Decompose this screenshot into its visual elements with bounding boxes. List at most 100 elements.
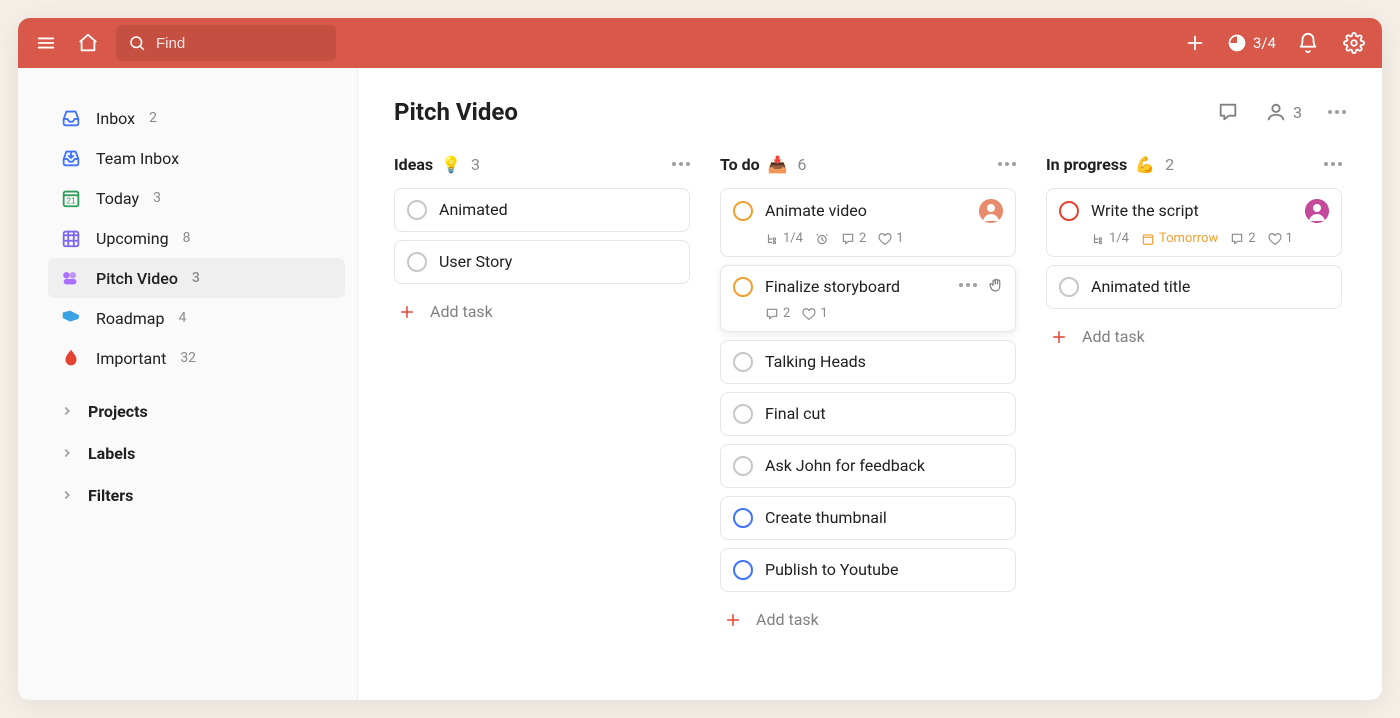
column-title[interactable]: To do 📥 6: [720, 155, 807, 174]
share-button[interactable]: 3: [1265, 101, 1302, 123]
task-card[interactable]: Finalize storyboard 21: [720, 265, 1016, 332]
project-icon: [60, 267, 82, 289]
search-box[interactable]: [116, 25, 336, 61]
sidebar-item-important[interactable]: Important 32: [48, 338, 345, 378]
task-card[interactable]: Ask John for feedback: [720, 444, 1016, 488]
card-meta: 1/4Tomorrow21: [1091, 231, 1329, 246]
add-task-button[interactable]: Add task: [1046, 317, 1342, 356]
assignee-avatar[interactable]: [1305, 199, 1329, 223]
assignee-avatar[interactable]: [979, 199, 1003, 223]
due-icon: [1141, 232, 1155, 246]
plus-icon: [1050, 328, 1068, 346]
card-meta: 1/421: [765, 231, 1003, 246]
task-title: Ask John for feedback: [765, 455, 1003, 477]
comments-icon: [765, 307, 779, 321]
meta-likes: 1: [802, 306, 827, 321]
sidebar-section-filters[interactable]: Filters: [48, 474, 345, 516]
nav-label: Today: [96, 189, 139, 208]
task-card[interactable]: Animated: [394, 188, 690, 232]
task-card[interactable]: Publish to Youtube: [720, 548, 1016, 592]
subtasks-icon: [765, 232, 779, 246]
task-checkbox[interactable]: [1059, 201, 1079, 221]
task-checkbox[interactable]: [733, 456, 753, 476]
comments-button[interactable]: [1217, 101, 1239, 123]
search-input[interactable]: [154, 34, 324, 53]
column-title[interactable]: Ideas 💡 3: [394, 155, 480, 174]
menu-toggle[interactable]: [32, 29, 60, 57]
task-title: User Story: [439, 251, 677, 273]
column-title[interactable]: In progress 💪 2: [1046, 155, 1174, 174]
meta-subtasks: 1/4: [1091, 231, 1129, 246]
column-count: 2: [1165, 155, 1174, 174]
person-icon: [1265, 101, 1287, 123]
page-actions: 3: [1217, 101, 1346, 123]
drop-icon: [60, 347, 82, 369]
progress-pie-icon: [1227, 33, 1247, 53]
meta-subtasks: 1/4: [765, 231, 803, 246]
column-header: To do 📥 6: [720, 152, 1016, 176]
task-card[interactable]: User Story: [394, 240, 690, 284]
sidebar-item-upcoming[interactable]: Upcoming 8: [48, 218, 345, 258]
nav-count: 8: [183, 230, 191, 246]
sidebar-item-inbox[interactable]: Inbox 2: [48, 98, 345, 138]
task-card[interactable]: Animate video 1/421: [720, 188, 1016, 257]
add-task-label: Add task: [1082, 327, 1145, 346]
home-button[interactable]: [74, 29, 102, 57]
task-checkbox[interactable]: [407, 200, 427, 220]
sidebar-section-labels[interactable]: Labels: [48, 432, 345, 474]
settings-button[interactable]: [1340, 29, 1368, 57]
task-title: Create thumbnail: [765, 507, 1003, 529]
task-title: Talking Heads: [765, 351, 1003, 373]
notifications-button[interactable]: [1294, 29, 1322, 57]
nav-label: Pitch Video: [96, 269, 178, 288]
task-checkbox[interactable]: [733, 508, 753, 528]
sidebar-item-today[interactable]: 21 Today 3: [48, 178, 345, 218]
meta-reminder: [815, 232, 829, 246]
column-more-button[interactable]: [998, 162, 1016, 166]
meta-comments: 2: [841, 231, 866, 246]
task-card[interactable]: Talking Heads: [720, 340, 1016, 384]
column-more-button[interactable]: [1324, 162, 1342, 166]
column-header: Ideas 💡 3: [394, 152, 690, 176]
task-card[interactable]: Write the script 1/4Tomorrow21: [1046, 188, 1342, 257]
add-task-label: Add task: [756, 610, 819, 629]
nav-count: 32: [180, 350, 196, 366]
meta-due: Tomorrow: [1141, 231, 1218, 246]
section-label: Filters: [88, 486, 133, 505]
comments-icon: [841, 232, 855, 246]
add-task-button[interactable]: Add task: [720, 600, 1016, 639]
sidebar-section-projects[interactable]: Projects: [48, 390, 345, 432]
task-checkbox[interactable]: [1059, 277, 1079, 297]
page-header: Pitch Video 3: [394, 98, 1346, 126]
sidebar-item-pitch-video[interactable]: Pitch Video 3: [48, 258, 345, 298]
quick-add-button[interactable]: [1181, 29, 1209, 57]
task-title: Animated title: [1091, 276, 1329, 298]
likes-icon: [802, 307, 816, 321]
comments-icon: [1230, 232, 1244, 246]
task-card[interactable]: Animated title: [1046, 265, 1342, 309]
sidebar-item-roadmap[interactable]: Roadmap 4: [48, 298, 345, 338]
card-more-button[interactable]: [959, 283, 977, 287]
task-checkbox[interactable]: [733, 560, 753, 580]
task-checkbox[interactable]: [733, 404, 753, 424]
column-more-button[interactable]: [672, 162, 690, 166]
page-more-button[interactable]: [1328, 110, 1346, 114]
task-card[interactable]: Create thumbnail: [720, 496, 1016, 540]
task-title: Animate video: [765, 200, 967, 222]
task-checkbox[interactable]: [733, 201, 753, 221]
likes-icon: [878, 232, 892, 246]
productivity-button[interactable]: 3/4: [1227, 33, 1276, 53]
task-title: Write the script: [1091, 200, 1293, 222]
tag-icon: [60, 307, 82, 329]
task-checkbox[interactable]: [407, 252, 427, 272]
sidebar-item-team-inbox[interactable]: Team Inbox: [48, 138, 345, 178]
add-task-button[interactable]: Add task: [394, 292, 690, 331]
task-card[interactable]: Final cut: [720, 392, 1016, 436]
column-emoji: 📥: [768, 155, 788, 174]
nav-label: Important: [96, 349, 166, 368]
task-checkbox[interactable]: [733, 277, 753, 297]
hamburger-icon: [35, 32, 57, 54]
task-checkbox[interactable]: [733, 352, 753, 372]
team-inbox-icon: [60, 147, 82, 169]
kanban-board: Ideas 💡 3 Animated User Story: [394, 152, 1346, 639]
